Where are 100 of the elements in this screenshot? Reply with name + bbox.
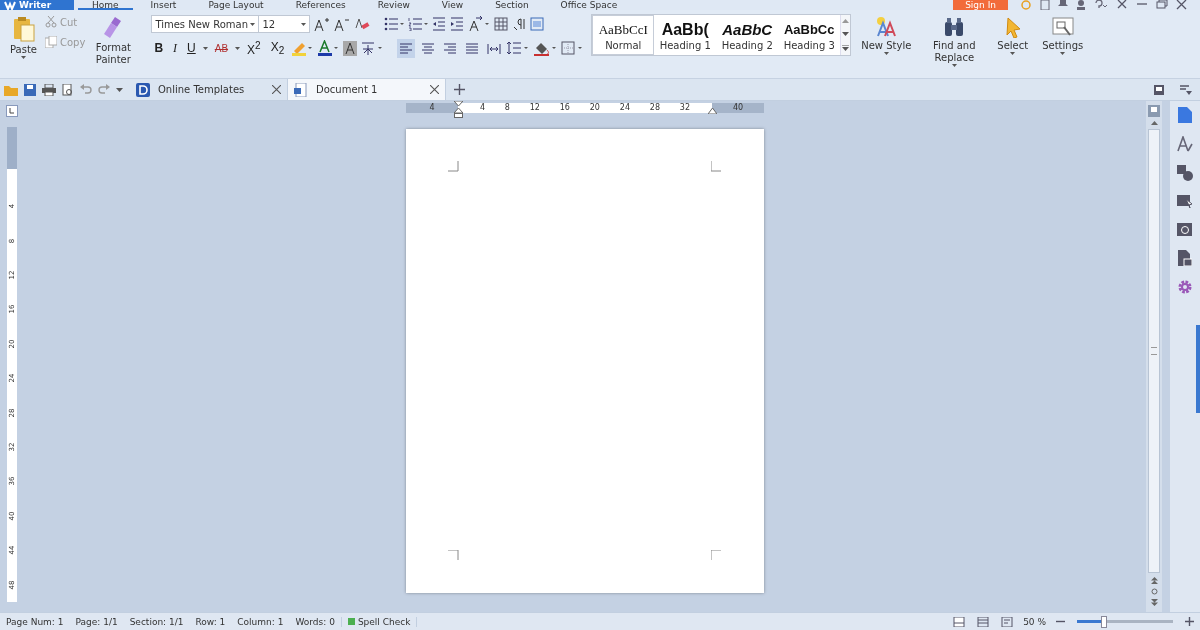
- help-icon[interactable]: [1094, 0, 1108, 10]
- line-spacing-icon[interactable]: [507, 41, 530, 55]
- right-indent-marker-icon[interactable]: [708, 107, 717, 114]
- outline-view-icon[interactable]: [977, 616, 990, 627]
- scroll-down-icon[interactable]: [842, 32, 850, 36]
- backup-icon[interactable]: [1177, 221, 1193, 237]
- status-text: Page Num: 1: [5, 616, 65, 627]
- menu-tab[interactable]: Page Layout: [194, 0, 278, 10]
- select-button[interactable]: Select: [993, 14, 1033, 57]
- new-style-icon: [875, 16, 898, 38]
- document-icon[interactable]: [1040, 0, 1050, 10]
- spell-check-toggle[interactable]: Spell Check: [340, 616, 418, 627]
- align-left-button[interactable]: [397, 38, 416, 58]
- panel-handle[interactable]: [1196, 325, 1200, 413]
- font-name-dropdown[interactable]: Times New Roman: [151, 15, 260, 33]
- logo-icon: [4, 0, 16, 10]
- char-shading-icon[interactable]: [343, 40, 358, 56]
- ruler-number: 24: [619, 103, 630, 113]
- save-icon[interactable]: [24, 83, 36, 96]
- italic-button[interactable]: I: [170, 40, 181, 56]
- templates-icon: [136, 82, 150, 97]
- check-square-icon: [347, 618, 355, 625]
- caret-icon[interactable]: [116, 87, 123, 92]
- strike-button[interactable]: AB: [211, 42, 232, 54]
- zoom-in-icon[interactable]: [1185, 617, 1194, 626]
- underline-button[interactable]: U: [184, 41, 199, 55]
- caret-icon: [1060, 52, 1066, 55]
- bold-button[interactable]: B: [151, 41, 167, 55]
- decrease-indent-icon[interactable]: [432, 17, 447, 31]
- margin-corner-icon: [711, 161, 722, 172]
- table-icon[interactable]: [494, 17, 509, 31]
- clear-format-icon[interactable]: [354, 16, 371, 32]
- new-tab-icon[interactable]: [454, 84, 465, 95]
- phonetic-guide-icon[interactable]: [361, 40, 384, 56]
- find-replace-button[interactable]: Find and Replace: [921, 14, 988, 69]
- restore-icon[interactable]: [1156, 0, 1168, 10]
- style-option[interactable]: AaBbCc Heading 3: [778, 15, 841, 55]
- font-color-icon[interactable]: [317, 40, 340, 56]
- document-lock-icon[interactable]: [1178, 250, 1192, 266]
- caret-icon: [883, 52, 889, 55]
- style-option[interactable]: AaBb( Heading 1: [654, 15, 717, 55]
- shapes-icon[interactable]: [1177, 165, 1193, 181]
- text-style-icon[interactable]: [1177, 136, 1193, 152]
- collapse-ribbon-icon[interactable]: [1180, 84, 1192, 95]
- close-icon[interactable]: [272, 85, 281, 94]
- close-icon[interactable]: [1176, 0, 1188, 10]
- close-icon[interactable]: [430, 85, 439, 94]
- sub-button[interactable]: X$_{2}$: [267, 39, 288, 57]
- font-size-dropdown[interactable]: 12: [258, 15, 311, 33]
- status-text: Words: 0: [294, 616, 336, 627]
- ruler-number: 32: [679, 103, 690, 113]
- menu-tab[interactable]: Office Space: [546, 0, 632, 10]
- style-option[interactable]: AaBbC Heading 2: [716, 15, 779, 55]
- user-icon[interactable]: [1076, 0, 1086, 10]
- print-icon[interactable]: [42, 83, 56, 96]
- scroll-up-icon[interactable]: [842, 19, 850, 24]
- new-style-button[interactable]: New Style: [857, 14, 916, 57]
- close-icon[interactable]: [1116, 0, 1128, 10]
- ruler-number: 4: [479, 103, 485, 113]
- web-view-icon[interactable]: [1001, 616, 1014, 627]
- tab-stop-icon[interactable]: [6, 105, 18, 117]
- copy-icon: [45, 36, 57, 48]
- grow-font-icon[interactable]: [314, 16, 331, 32]
- binoculars-icon: [943, 16, 966, 38]
- more-styles-icon[interactable]: [842, 44, 850, 51]
- gear-icon[interactable]: [1177, 279, 1193, 295]
- shrink-font-icon[interactable]: [334, 16, 351, 32]
- clipboard-icon: [12, 16, 35, 42]
- document-tab[interactable]: Online Templates: [130, 79, 288, 100]
- scroll-up-icon[interactable]: [1150, 121, 1158, 125]
- menu-tab[interactable]: View: [427, 0, 478, 10]
- menu-tab[interactable]: Insert: [136, 0, 191, 10]
- settings-button[interactable]: Settings: [1038, 14, 1088, 57]
- format-painter-button[interactable]: Format Painter: [89, 14, 138, 68]
- show-marks-icon[interactable]: [512, 17, 527, 31]
- previous-page-icon[interactable]: [1150, 577, 1158, 584]
- menu-tab[interactable]: References: [281, 0, 360, 10]
- app-menu-button[interactable]: Writer: [0, 0, 74, 10]
- select-object-icon[interactable]: [1177, 194, 1193, 208]
- indent-marker-icon[interactable]: [454, 101, 463, 118]
- scrollbar-thumb[interactable]: [1151, 347, 1157, 355]
- page-view-icon[interactable]: [953, 616, 966, 627]
- shading-icon[interactable]: [533, 40, 558, 56]
- print-preview-icon[interactable]: [62, 83, 74, 96]
- status-text: Section: 1/1: [128, 616, 185, 627]
- increase-indent-icon[interactable]: [450, 17, 465, 31]
- bullets-icon[interactable]: [384, 17, 405, 31]
- super-button[interactable]: X$^{2}$: [244, 39, 264, 57]
- style-option[interactable]: AaBbCcI Normal: [592, 15, 655, 55]
- pin-pane-icon[interactable]: [1154, 84, 1164, 95]
- text-direction-icon[interactable]: [468, 16, 491, 32]
- paste-button[interactable]: Paste: [6, 14, 41, 68]
- caret-icon: [301, 22, 307, 26]
- next-page-icon[interactable]: [1150, 599, 1158, 606]
- menu-tab[interactable]: Review: [363, 0, 424, 10]
- split-icon[interactable]: [1148, 105, 1160, 117]
- new-document-icon[interactable]: [1178, 107, 1192, 123]
- browse-object-icon[interactable]: [1150, 588, 1158, 595]
- document-tab[interactable]: Document 1: [288, 79, 446, 100]
- menu-tab[interactable]: Section: [481, 0, 543, 10]
